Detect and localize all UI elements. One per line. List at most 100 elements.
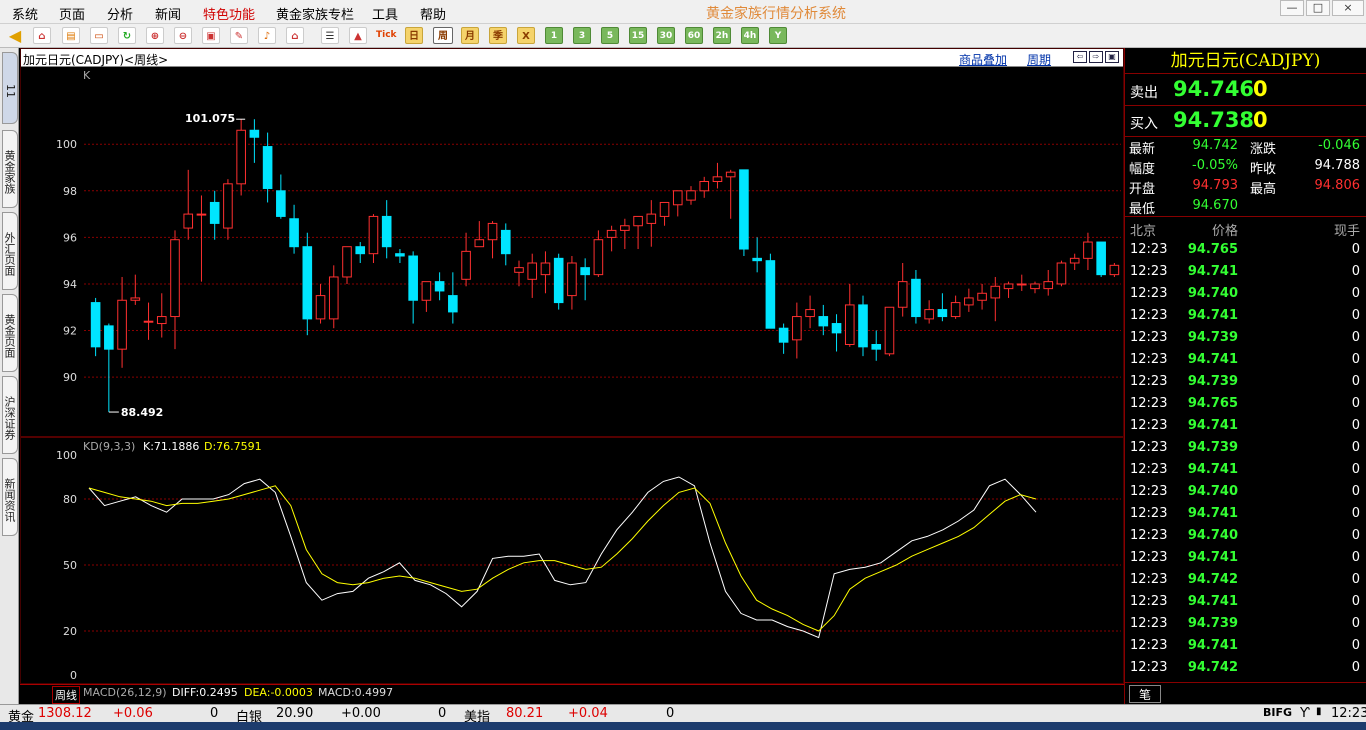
period-quarter-button[interactable]: 季 (489, 27, 507, 44)
kd-d-line (88, 485, 1037, 632)
kd-tick-label: 0 (70, 669, 77, 682)
minute-1-button[interactable]: 1 (545, 27, 563, 44)
candle-body (633, 215, 643, 227)
minute-3-button[interactable]: 3 (573, 27, 591, 44)
candle-body (381, 215, 392, 248)
clock: 12:23 (1331, 706, 1366, 721)
silver-volume: 0 (438, 706, 447, 721)
zoom-out-icon[interactable]: ⊖ (174, 27, 192, 44)
candle-body (262, 146, 273, 189)
menu-gold-family-column[interactable]: 黄金家族专栏 (276, 4, 354, 23)
overlay-link[interactable]: 商品叠加 (959, 51, 1007, 68)
refresh-icon[interactable]: ↻ (118, 27, 136, 44)
hour-4-button[interactable]: 4h (741, 27, 759, 44)
period-x-button[interactable]: X (517, 27, 535, 44)
scroll-left-icon[interactable]: ⇦ (1073, 51, 1087, 63)
tick-button[interactable]: Tick (376, 27, 397, 44)
candle-body (156, 316, 167, 325)
candle-body (527, 262, 538, 280)
tick-row: 12:23 94.741 0 (1125, 638, 1366, 660)
tick-time: 12:23 (1130, 242, 1168, 257)
menu-tools[interactable]: 工具 (372, 4, 398, 23)
candle-body (368, 215, 379, 255)
tab-ticks[interactable]: 笔 (1129, 685, 1161, 703)
candle-body (911, 278, 921, 318)
candle-body (606, 229, 617, 238)
candle-body (1003, 283, 1014, 290)
macd-label: MACD(26,12,9) (83, 686, 167, 699)
tab-gold-page[interactable]: 黄金页面 (2, 294, 18, 372)
tab-forex-page[interactable]: 外汇页面 (2, 212, 18, 290)
tab-gold-family[interactable]: 黄金家族 (2, 130, 18, 208)
tick-volume: 0 (1351, 506, 1360, 521)
tick-row: 12:23 94.741 0 (1125, 308, 1366, 330)
maximize-button[interactable]: □ (1306, 0, 1330, 16)
menu-help[interactable]: 帮助 (420, 4, 446, 23)
chart-icon[interactable]: ▲ (349, 27, 367, 44)
tab-news[interactable]: 新闻资讯 (2, 458, 18, 536)
minute-15-button[interactable]: 15 (629, 27, 647, 44)
tick-volume: 0 (1351, 462, 1360, 477)
chart-canvas[interactable]: K 100 98 96 94 92 90 101.075 88.492 KD(9,3,3)… (21, 67, 1123, 683)
candle-body (844, 304, 855, 346)
minimize-button[interactable]: — (1280, 0, 1304, 16)
home-icon[interactable]: ⌂ (33, 27, 51, 44)
candle-body (209, 201, 220, 224)
folder-icon[interactable]: ▤ (62, 27, 80, 44)
candle-body (553, 257, 564, 304)
list-icon[interactable]: ☰ (321, 27, 339, 44)
candle-body (276, 190, 286, 217)
candle-body (567, 262, 577, 297)
price-tick-label: 94 (63, 278, 77, 291)
tick-price: 94.741 (1187, 506, 1238, 521)
candle-body (672, 190, 683, 206)
close-button[interactable]: × (1332, 0, 1364, 16)
tick-row: 12:23 94.741 0 (1125, 506, 1366, 528)
candle-body (659, 201, 670, 217)
menu-analysis[interactable]: 分析 (107, 4, 133, 23)
macd-dea: DEA:-0.0003 (244, 686, 313, 699)
tick-row: 12:23 94.739 0 (1125, 616, 1366, 638)
menu-page[interactable]: 页面 (59, 4, 85, 23)
card-icon[interactable]: ▭ (90, 27, 108, 44)
menu-news[interactable]: 新闻 (155, 4, 181, 23)
period-link[interactable]: 周期 (1027, 51, 1051, 68)
back-icon[interactable]: ◀ (6, 27, 24, 44)
period-tab[interactable]: 周线 (52, 686, 80, 704)
house-icon[interactable]: ⌂ (286, 27, 304, 44)
bell-icon[interactable]: ♪ (258, 27, 276, 44)
minute-30-button[interactable]: 30 (657, 27, 675, 44)
chart-panel: 加元日元(CADJPY)<周线> 商品叠加 周期 ⇦ ⇨ ▣ K 100 98 96… (20, 48, 1124, 684)
period-week-button[interactable]: 周 (433, 27, 453, 44)
period-day-button[interactable]: 日 (405, 27, 423, 44)
tick-volume: 0 (1351, 418, 1360, 433)
tick-header-price: 价格 (1211, 224, 1238, 239)
period-month-button[interactable]: 月 (461, 27, 479, 44)
year-button[interactable]: Y (769, 27, 787, 44)
pen-icon[interactable]: ✎ (230, 27, 248, 44)
candle-body (778, 327, 789, 343)
tab-page-number[interactable]: 11 (2, 52, 18, 124)
menu-system[interactable]: 系统 (12, 4, 38, 23)
candle-body (249, 129, 260, 138)
minute-5-button[interactable]: 5 (601, 27, 619, 44)
tick-price: 94.741 (1187, 462, 1238, 477)
scroll-right-icon[interactable]: ⇨ (1089, 51, 1103, 63)
hour-2-button[interactable]: 2h (713, 27, 731, 44)
expand-icon[interactable]: ▣ (1105, 51, 1119, 63)
minute-60-button[interactable]: 60 (685, 27, 703, 44)
candle-body (302, 246, 313, 320)
tick-price: 94.739 (1187, 616, 1238, 631)
tick-row: 12:23 94.741 0 (1125, 462, 1366, 484)
zoom-in-icon[interactable]: ⊕ (146, 27, 164, 44)
tab-stock-market[interactable]: 沪深证券 (2, 376, 18, 454)
tick-volume: 0 (1351, 286, 1360, 301)
kd-label: KD(9,3,3) (83, 440, 135, 453)
sell-volume: 0 (1253, 77, 1268, 101)
tick-time: 12:23 (1130, 550, 1168, 565)
tick-volume: 0 (1351, 264, 1360, 279)
candle-body (395, 253, 405, 257)
menu-special-features[interactable]: 特色功能 (203, 4, 255, 23)
window-icon[interactable]: ▣ (202, 27, 220, 44)
toolbar: ◀ ⌂ ▤ ▭ ↻ ⊕ ⊖ ▣ ✎ ♪ ⌂ ☰ ▲ Tick 日 周 月 季 X… (0, 24, 1366, 48)
